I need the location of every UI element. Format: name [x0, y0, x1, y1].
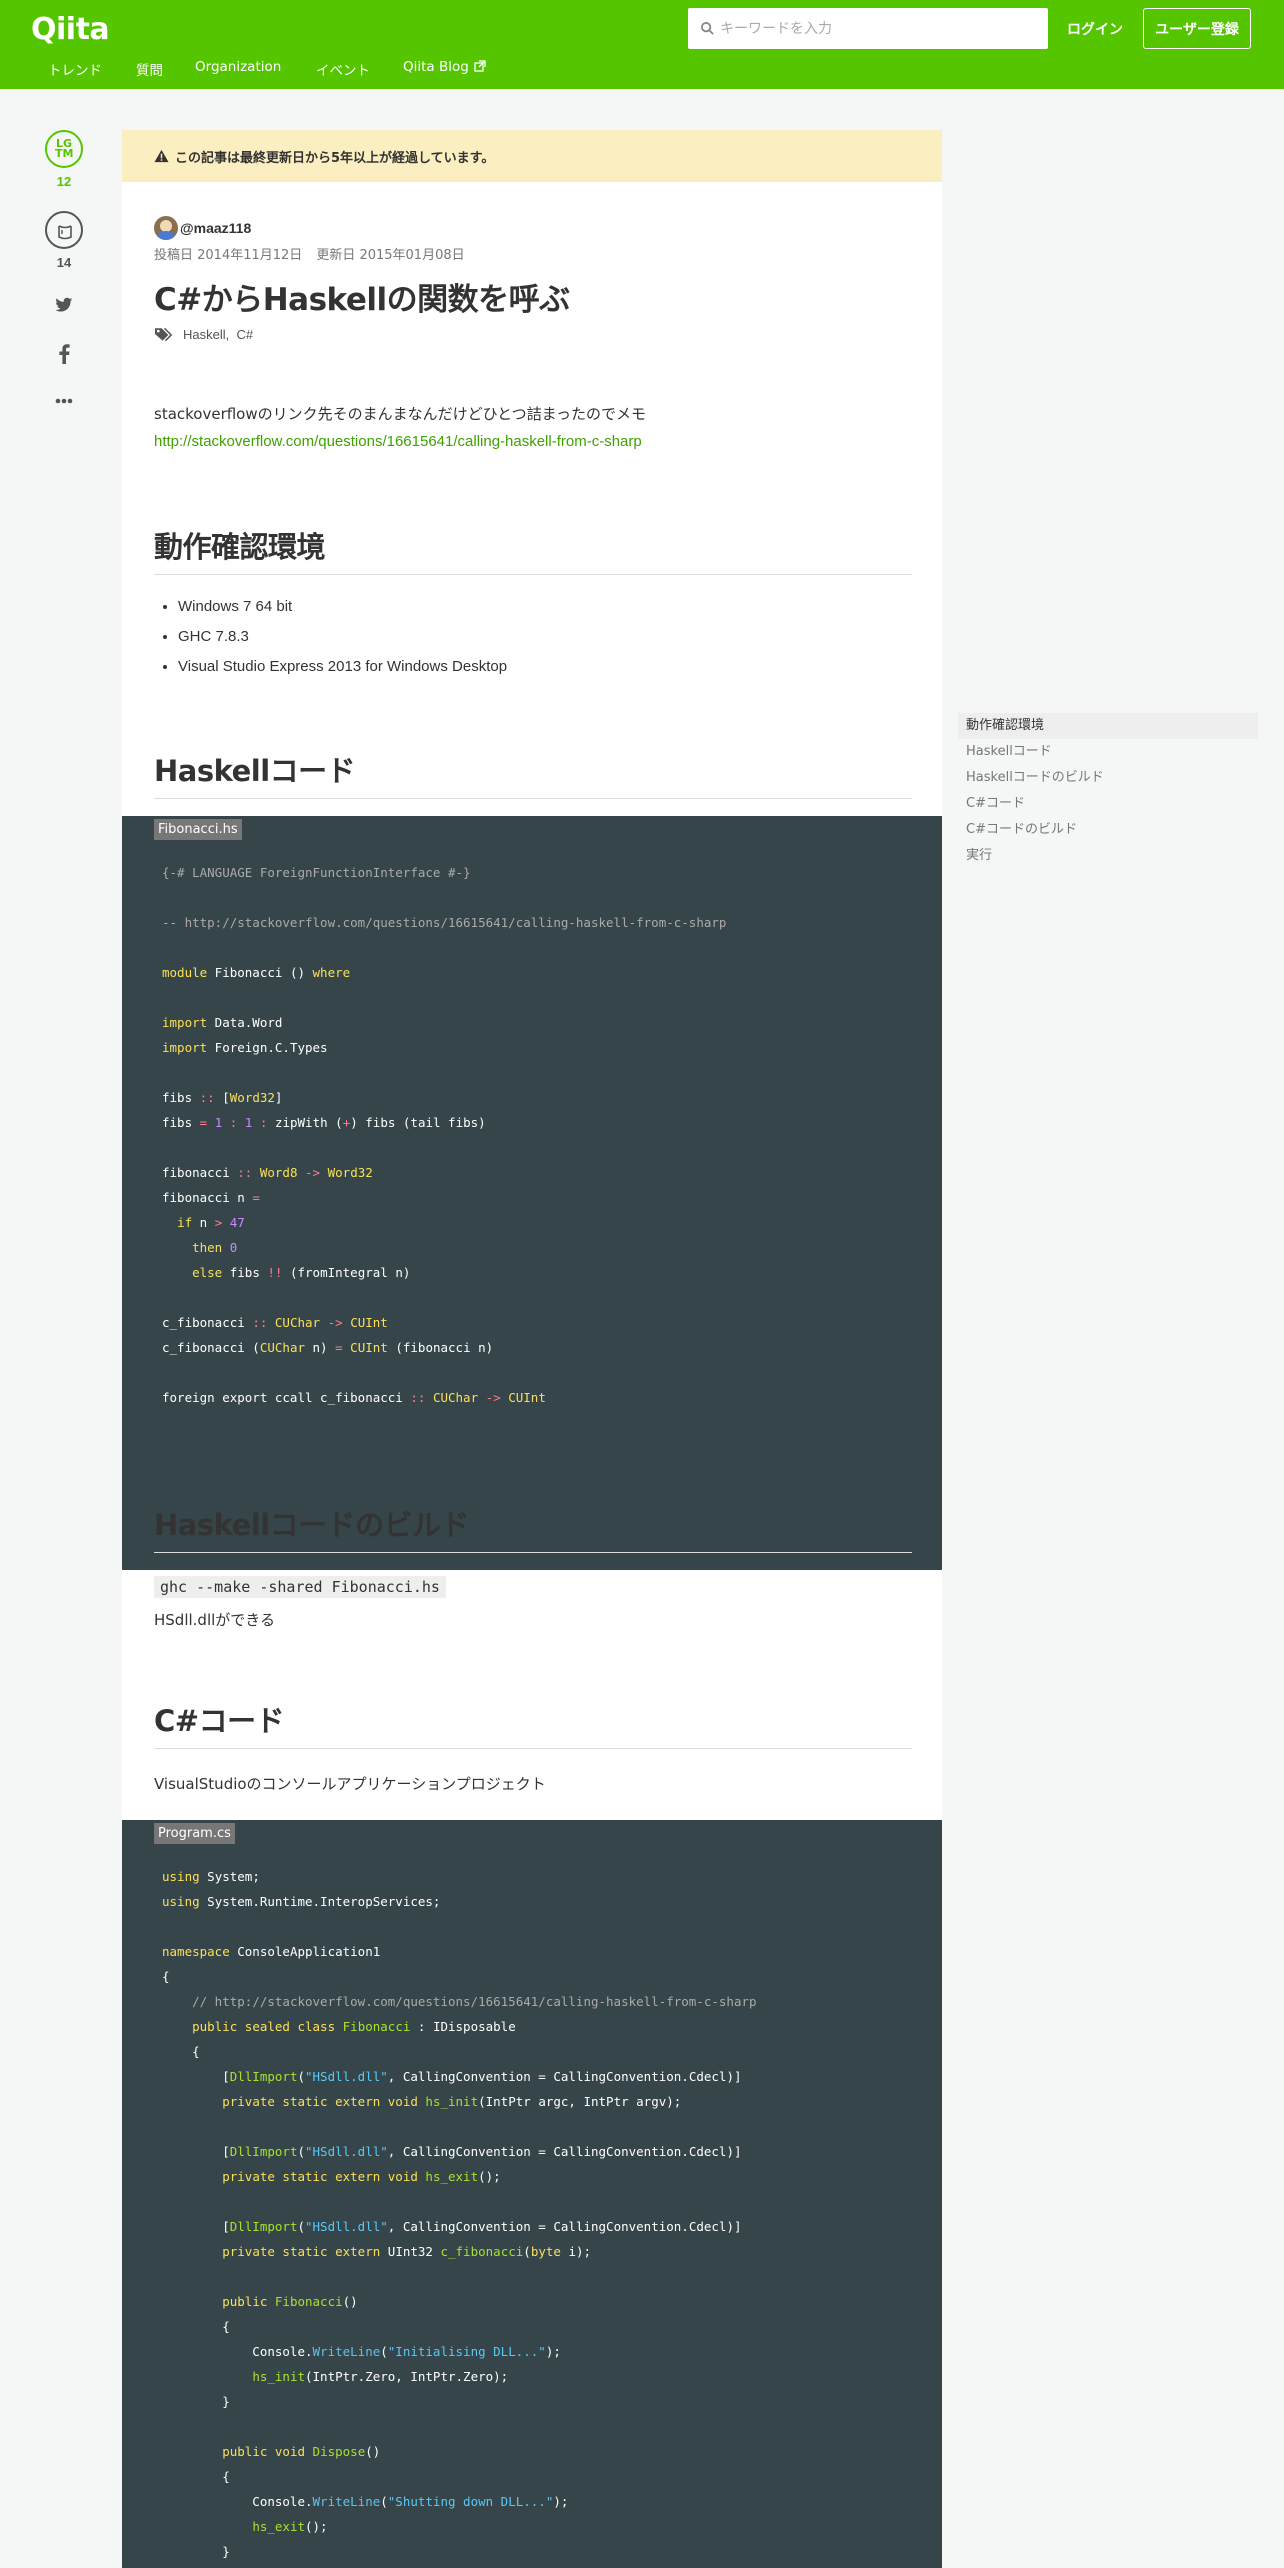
intro-text: stackoverflowのリンク先そのまんまなんだけどひとつ詰まったのでメモ	[154, 405, 646, 423]
csharp-description: VisualStudioのコンソールアプリケーションプロジェクト	[154, 1775, 546, 1793]
tags-icon	[154, 327, 173, 342]
tag-separator: ,	[225, 326, 237, 342]
heading-haskell-build: Haskellコードのビルド	[154, 1502, 912, 1553]
nav-events[interactable]: イベント	[316, 59, 370, 79]
nav-questions[interactable]: 質問	[136, 59, 163, 79]
toc-item-run[interactable]: 実行	[958, 843, 1258, 869]
login-link[interactable]: ログイン	[1067, 19, 1123, 39]
twitter-icon[interactable]	[55, 297, 73, 313]
lgtm-button[interactable]: LG TM	[45, 130, 83, 168]
toc-item-csharp-code[interactable]: C#コード	[958, 791, 1258, 817]
haskell-source: {-# LANGUAGE ForeignFunctionInterface #-…	[162, 865, 727, 1405]
stock-button[interactable]	[45, 211, 83, 249]
heading-environment: 動作確認環境	[154, 524, 912, 575]
code-block-csharp: Program.cs using System; using System.Ru…	[122, 1820, 942, 2568]
external-link-icon	[474, 60, 486, 72]
tag-list: Haskell, C#	[154, 326, 253, 342]
stock-icon	[58, 225, 72, 240]
code-block-haskell: Fibonacci.hs {-# LANGUAGE ForeignFunctio…	[122, 816, 942, 1570]
avatar[interactable]	[154, 216, 178, 240]
facebook-icon[interactable]	[58, 344, 70, 364]
search-input[interactable]	[720, 13, 1040, 44]
author[interactable]: @maaz118	[154, 216, 251, 240]
list-item: Windows 7 64 bit	[178, 592, 507, 622]
build-result-text: HSdll.dllができる	[154, 1611, 275, 1629]
signup-button[interactable]: ユーザー登録	[1143, 8, 1251, 49]
search-box[interactable]	[688, 8, 1048, 49]
environment-list: Windows 7 64 bit GHC 7.8.3 Visual Studio…	[178, 592, 507, 682]
nav-qiita-blog[interactable]: Qiita Blog	[403, 59, 486, 75]
toc-item-haskell-code[interactable]: Haskellコード	[958, 739, 1258, 765]
heading-haskell-code: Haskellコード	[154, 748, 912, 799]
nav-trend[interactable]: トレンド	[48, 59, 102, 79]
page-title: C#からHaskellの関数を呼ぶ	[154, 282, 570, 318]
nav-organization[interactable]: Organization	[195, 59, 281, 75]
posted-date: 投稿日 2014年11月12日	[154, 248, 303, 263]
outdated-warning: この記事は最終更新日から5年以上が経過しています。	[122, 130, 942, 182]
stackoverflow-link[interactable]: http://stackoverflow.com/questions/16615…	[154, 433, 642, 450]
more-icon[interactable]	[55, 398, 73, 404]
updated-date: 更新日 2015年01月08日	[316, 248, 465, 263]
post-dates: 投稿日 2014年11月12日 更新日 2015年01月08日	[154, 244, 465, 263]
nav-qiita-blog-label: Qiita Blog	[403, 59, 469, 75]
warning-icon	[154, 149, 169, 163]
lgtm-icon: LG TM	[55, 137, 74, 160]
code-filename: Fibonacci.hs	[154, 819, 242, 840]
list-item: GHC 7.8.3	[178, 622, 507, 652]
author-name[interactable]: @maaz118	[180, 220, 251, 236]
search-icon	[700, 21, 714, 35]
tag-csharp[interactable]: C#	[236, 327, 253, 342]
warning-text: この記事は最終更新日から5年以上が経過しています。	[175, 150, 495, 166]
list-item: Visual Studio Express 2013 for Windows D…	[178, 652, 507, 682]
build-command: ghc --make -shared Fibonacci.hs	[154, 1576, 446, 1598]
code-filename: Program.cs	[154, 1823, 235, 1844]
stock-count: 14	[56, 255, 72, 270]
csharp-source: using System; using System.Runtime.Inter…	[162, 1869, 757, 2559]
toc-item-environment[interactable]: 動作確認環境	[958, 713, 1258, 739]
toc-item-haskell-build[interactable]: Haskellコードのビルド	[958, 765, 1258, 791]
toc-item-csharp-build[interactable]: C#コードのビルド	[958, 817, 1258, 843]
article: この記事は最終更新日から5年以上が経過しています。 @maaz118 投稿日 2…	[122, 130, 942, 2568]
header: Qiita ログイン ユーザー登録 トレンド 質問 Organization イ…	[0, 0, 1284, 89]
lgtm-count: 12	[56, 174, 72, 189]
tag-haskell[interactable]: Haskell	[183, 327, 226, 342]
qiita-logo[interactable]: Qiita	[31, 12, 110, 47]
table-of-contents: 動作確認環境 Haskellコード Haskellコードのビルド C#コード C…	[958, 713, 1258, 869]
heading-csharp-code: C#コード	[154, 1698, 912, 1749]
